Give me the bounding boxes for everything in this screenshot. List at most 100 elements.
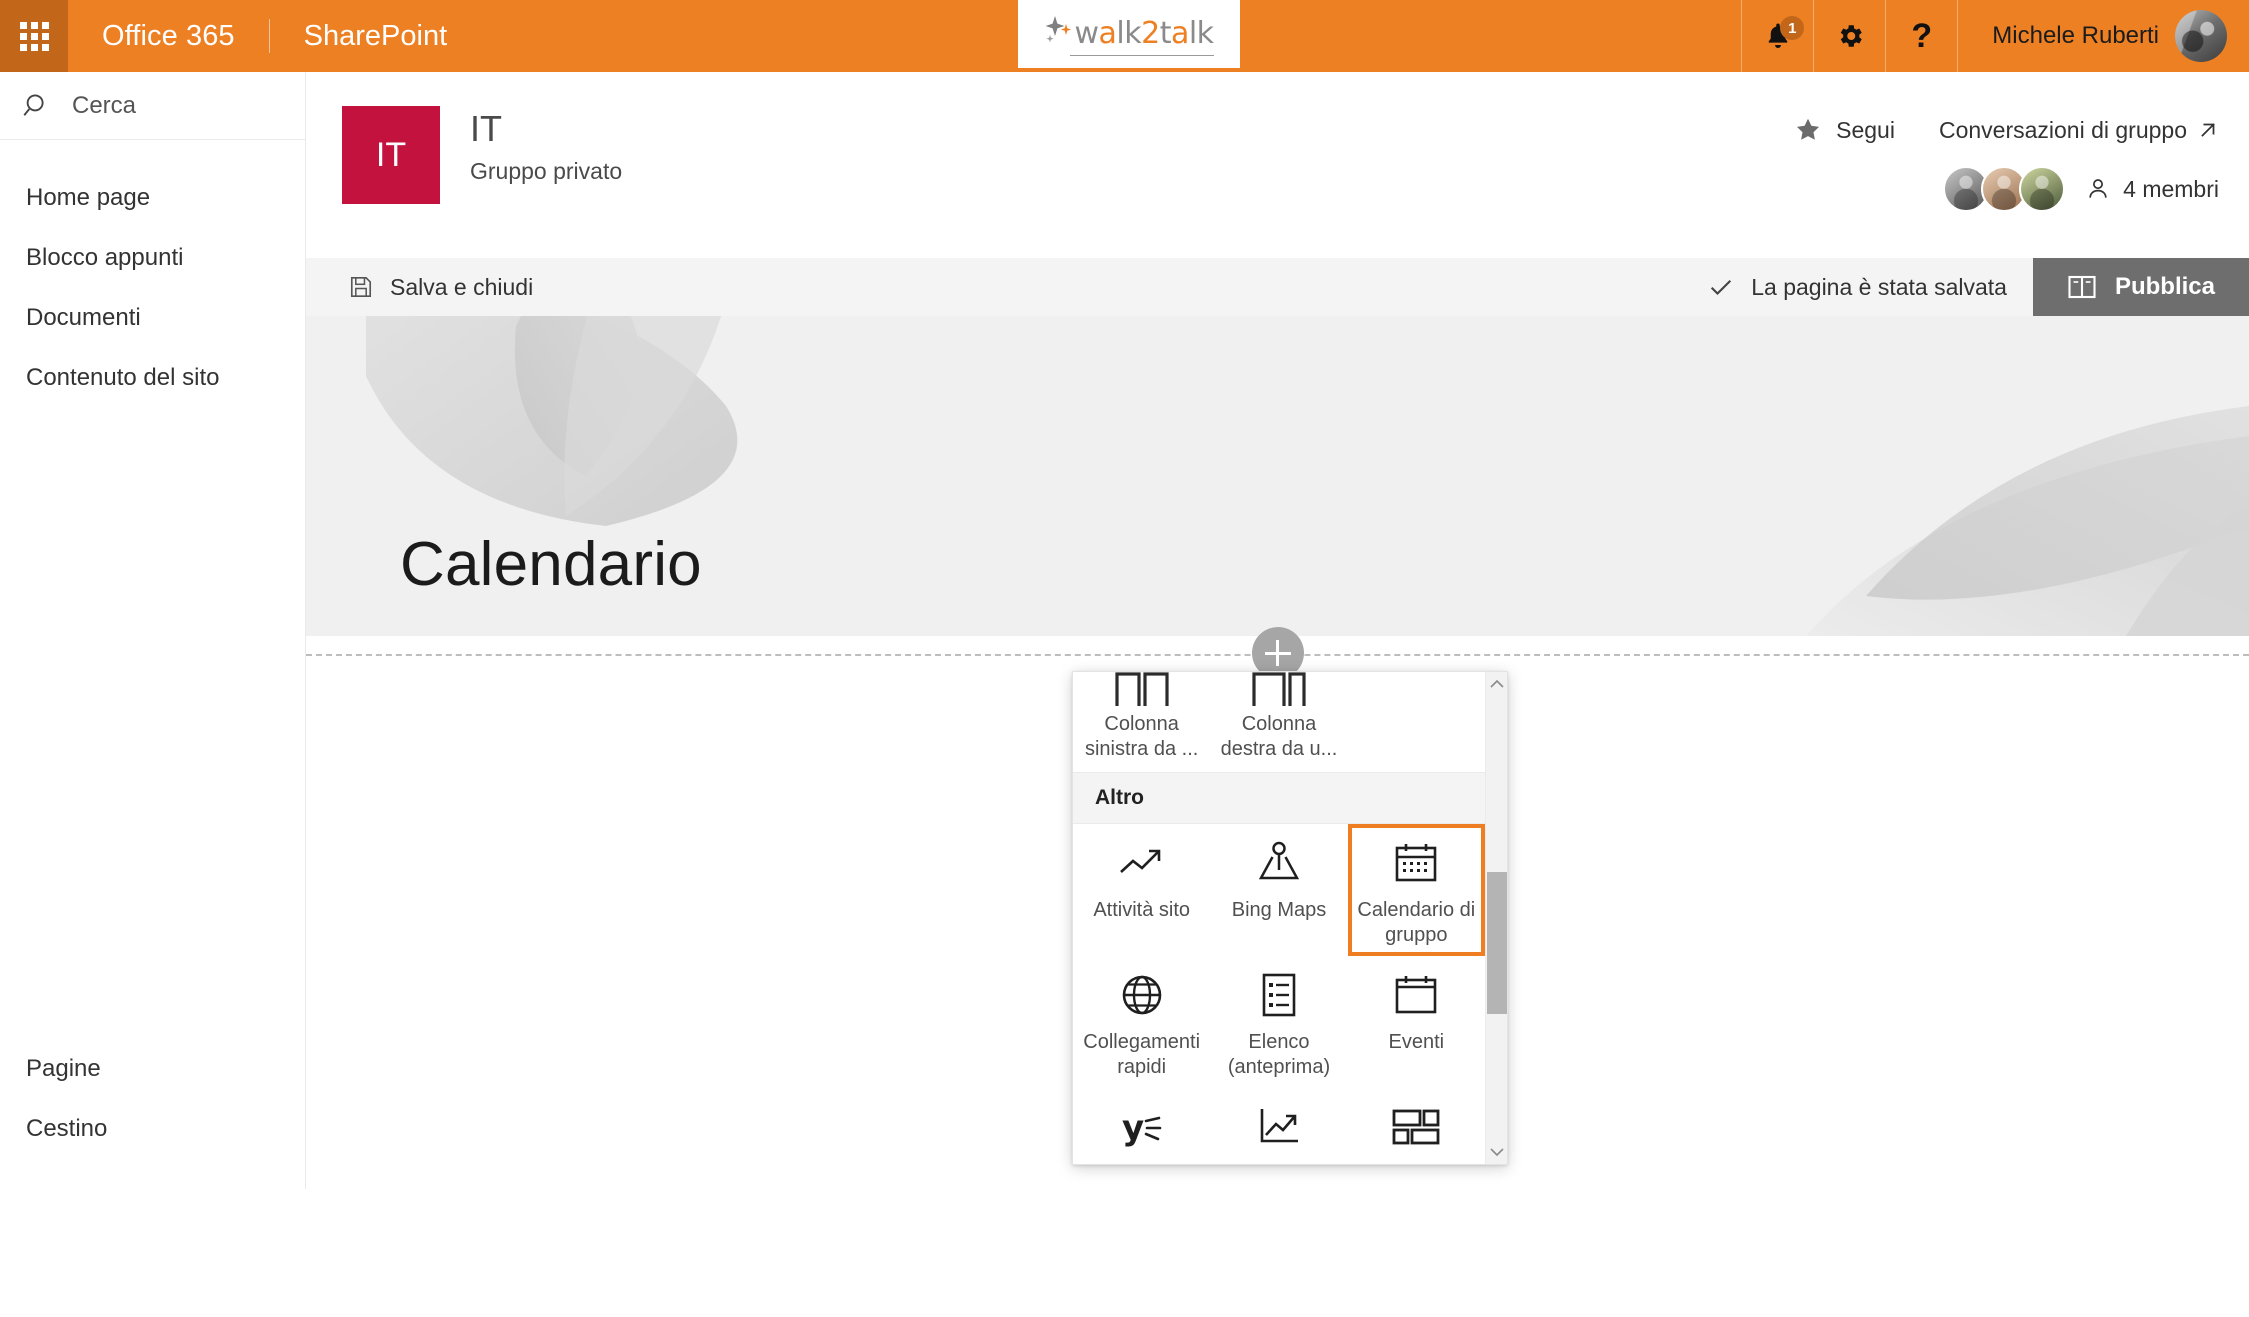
save-and-close-button[interactable]: Salva e chiudi — [306, 274, 533, 301]
publish-button[interactable]: Pubblica — [2032, 258, 2249, 316]
question-mark-icon: ? — [1911, 17, 1933, 55]
members-row: 4 membri — [1943, 166, 2219, 212]
save-status-label: La pagina è stata salvata — [1751, 273, 2007, 300]
webpart-label: Colonna sinistra da ... — [1084, 713, 1199, 760]
search-icon — [23, 93, 44, 116]
save-and-close-label: Salva e chiudi — [390, 273, 534, 300]
site-header-actions: Segui Conversazioni di gruppo 4 membri — [1794, 106, 2219, 212]
publish-book-icon — [2068, 275, 2096, 299]
webpart-label: Calendario di gruppo — [1357, 899, 1476, 946]
scrollbar-thumb[interactable] — [1486, 872, 1507, 1014]
member-avatar — [2019, 166, 2066, 212]
follow-label: Segui — [1836, 116, 1895, 143]
sparkle-icon — [1044, 15, 1074, 49]
follow-button[interactable]: Segui — [1794, 116, 1895, 144]
walk2talk-logo: walk2talk — [1044, 15, 1214, 56]
scroll-up-arrow-icon[interactable] — [1486, 672, 1508, 696]
webpart-label: Elenco (anteprima) — [1227, 1031, 1331, 1078]
right-column-layout-icon — [1252, 672, 1306, 706]
sharepoint-app-link[interactable]: SharePoint — [270, 0, 482, 72]
site-logo: IT — [342, 106, 440, 204]
webpart-yammer[interactable]: y — [1073, 1088, 1210, 1164]
site-header-actions-row: Segui Conversazioni di gruppo — [1794, 116, 2219, 144]
publish-label: Pubblica — [2114, 273, 2215, 300]
checkmark-icon — [1711, 279, 1732, 296]
person-icon — [2089, 179, 2107, 198]
group-conversations-link[interactable]: Conversazioni di gruppo — [1939, 117, 2219, 144]
app-launcher-button[interactable] — [0, 0, 68, 72]
webpart-group-calendar[interactable]: Calendario di gruppo — [1347, 824, 1485, 956]
webpart-label: Attività sito — [1093, 899, 1191, 921]
sidebar-item-site-contents[interactable]: Contenuto del sito — [0, 348, 305, 408]
settings-button[interactable] — [1813, 0, 1885, 72]
webpart-quick-links[interactable]: Collegamenti rapidi — [1073, 956, 1210, 1088]
waffle-icon — [19, 21, 49, 51]
scroll-down-arrow-icon[interactable] — [1486, 1140, 1508, 1164]
nav-bottom-items: Pagine Cestino — [0, 1039, 305, 1159]
user-menu[interactable]: Michele Ruberti — [1957, 0, 2249, 72]
site-header: IT IT Gruppo privato Segui Conversazioni… — [306, 72, 2249, 258]
map-pin-icon — [1255, 834, 1303, 892]
calendar-outline-icon — [1393, 966, 1439, 1024]
logo-w: w — [1074, 16, 1099, 51]
webpart-left-column-layout[interactable]: Colonna sinistra da ... — [1073, 672, 1210, 772]
trending-up-icon — [1117, 834, 1167, 892]
logo-underline — [1070, 55, 1214, 56]
search-box[interactable]: Cerca — [0, 72, 305, 140]
group-conversations-label: Conversazioni di gruppo — [1938, 116, 2187, 143]
help-button[interactable]: ? — [1885, 0, 1957, 72]
site-title-block: IT Gruppo privato — [470, 106, 622, 185]
webpart-list-preview[interactable]: Elenco (anteprima) — [1210, 956, 1347, 1088]
members-count-button[interactable]: 4 membri — [2085, 176, 2219, 203]
webpart-grid: Colonna sinistra da ... Colonna destra d… — [1073, 672, 1485, 1164]
logo-lk1: lk — [1116, 16, 1142, 51]
walk2talk-logo-tile: walk2talk — [1018, 0, 1240, 68]
webpart-label — [1410, 1156, 1422, 1162]
webpart-events[interactable]: Eventi — [1348, 956, 1485, 1088]
office365-brand[interactable]: Office 365 — [68, 0, 269, 72]
site-title: IT — [470, 108, 502, 149]
notification-badge: 1 — [1780, 16, 1805, 40]
site-privacy-label: Gruppo privato — [470, 157, 623, 184]
nav-items: Home page Blocco appunti Documenti Conte… — [0, 140, 305, 408]
calendar-icon — [1393, 834, 1439, 892]
members-count-label: 4 membri — [2123, 175, 2219, 202]
logo-a2: a — [1170, 16, 1189, 51]
member-facepile[interactable] — [1943, 166, 2066, 212]
scrollbar-track[interactable] — [1486, 696, 1508, 1140]
user-avatar — [2175, 10, 2227, 62]
command-bar: Salva e chiudi La pagina è stata salvata… — [306, 258, 2249, 316]
site-navigation: Cerca Home page Blocco appunti Documenti… — [0, 72, 306, 1189]
logo-t: t — [1159, 16, 1172, 51]
webpart-layout-empty — [1348, 672, 1485, 772]
suite-icon-group: 1 ? — [1741, 0, 1957, 72]
webpart-label: Eventi — [1388, 1031, 1445, 1053]
logo-lk2: lk — [1188, 16, 1214, 51]
save-icon — [350, 276, 372, 298]
webpart-layout-row: Colonna sinistra da ... Colonna destra d… — [1073, 672, 1485, 772]
picker-section-header: Altro — [1073, 772, 1485, 824]
webpart-chart[interactable] — [1210, 1088, 1347, 1164]
webpart-label: Bing Maps — [1231, 899, 1327, 921]
page-title[interactable]: Calendario — [400, 529, 702, 600]
webpart-picker-list: Colonna sinistra da ... Colonna destra d… — [1073, 672, 1485, 1164]
sidebar-item-home[interactable]: Home page — [0, 168, 305, 228]
sidebar-item-pages[interactable]: Pagine — [0, 1039, 305, 1099]
webpart-right-column-layout[interactable]: Colonna destra da u... — [1210, 672, 1347, 772]
user-name: Michele Ruberti — [1992, 22, 2159, 49]
sidebar-item-recycle-bin[interactable]: Cestino — [0, 1099, 305, 1159]
sidebar-item-notebook[interactable]: Blocco appunti — [0, 228, 305, 288]
picker-scrollbar[interactable] — [1485, 672, 1507, 1164]
logo-a1: a — [1098, 16, 1117, 51]
star-icon — [1797, 118, 1820, 140]
sidebar-item-documents[interactable]: Documenti — [0, 288, 305, 348]
webpart-picker: Colonna sinistra da ... Colonna destra d… — [1072, 671, 1508, 1165]
notifications-button[interactable]: 1 — [1741, 0, 1813, 72]
webpart-site-activity[interactable]: Attività sito — [1073, 824, 1210, 956]
webpart-label — [1273, 1156, 1285, 1162]
tiles-layout-icon — [1391, 1098, 1441, 1156]
list-document-icon — [1259, 966, 1299, 1024]
webpart-bing-maps[interactable]: Bing Maps — [1210, 824, 1347, 956]
webpart-tiles[interactable] — [1348, 1088, 1485, 1164]
globe-icon — [1119, 966, 1165, 1024]
